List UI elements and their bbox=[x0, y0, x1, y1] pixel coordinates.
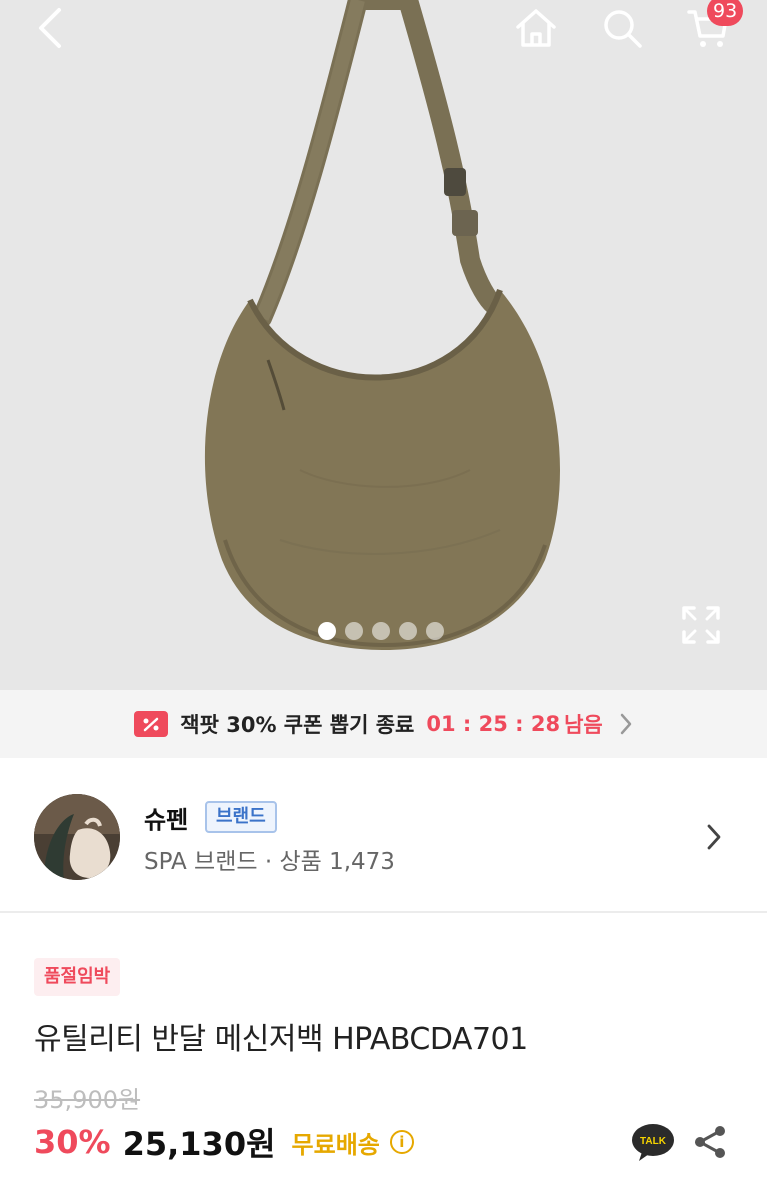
gallery-dot[interactable] bbox=[372, 622, 390, 640]
home-icon bbox=[516, 9, 556, 47]
chevron-right-icon bbox=[620, 713, 631, 735]
brand-name: 슈펜 bbox=[144, 806, 189, 834]
search-icon bbox=[604, 10, 642, 48]
coupon-remain-label: 남음 bbox=[564, 713, 603, 737]
product-photo bbox=[0, 0, 767, 690]
share-icon bbox=[695, 1126, 725, 1158]
share-button[interactable] bbox=[692, 1124, 728, 1160]
back-button[interactable] bbox=[22, 0, 78, 56]
top-navigation-bar: 93 bbox=[0, 0, 767, 60]
gallery-dot[interactable] bbox=[399, 622, 417, 640]
gallery-dot[interactable] bbox=[426, 622, 444, 640]
product-image-gallery[interactable]: 93 bbox=[0, 0, 767, 690]
talk-icon: TALK bbox=[632, 1124, 674, 1161]
coupon-countdown-banner[interactable]: 잭팟 30% 쿠폰 뽑기 종료 01 : 25 : 28 남음 bbox=[0, 690, 767, 758]
gallery-dot-active[interactable] bbox=[318, 622, 336, 640]
brand-info-row[interactable]: 슈펜 브랜드 SPA 브랜드 · 상품 1,473 bbox=[0, 758, 767, 913]
gallery-dot[interactable] bbox=[345, 622, 363, 640]
talk-label: TALK bbox=[640, 1136, 667, 1147]
gallery-pagination bbox=[318, 622, 444, 640]
chevron-right-icon bbox=[707, 824, 721, 850]
chevron-left-icon bbox=[39, 8, 61, 48]
expand-icon bbox=[682, 606, 720, 644]
coupon-icon bbox=[134, 711, 169, 737]
kakao-talk-button[interactable]: TALK bbox=[630, 1122, 676, 1162]
brand-avatar-image bbox=[34, 794, 120, 880]
original-price: 35,900원 bbox=[34, 1086, 141, 1114]
product-title: 유틸리티 반달 메신저백 HPABCDA701 bbox=[34, 1022, 528, 1057]
sale-price: 25,130원 bbox=[122, 1125, 276, 1163]
coupon-text: 잭팟 30% 쿠폰 뽑기 종료 bbox=[180, 713, 415, 737]
discount-rate: 30% bbox=[34, 1123, 111, 1161]
cart-count-badge: 93 bbox=[707, 0, 744, 26]
coupon-timer: 01 : 25 : 28 bbox=[426, 712, 561, 736]
percent-icon bbox=[143, 717, 159, 732]
home-button[interactable] bbox=[508, 0, 564, 56]
brand-avatar bbox=[34, 794, 120, 880]
expand-image-button[interactable] bbox=[680, 604, 722, 646]
price-row: 30% 25,130원 무료배송 i bbox=[34, 1118, 414, 1166]
free-shipping-label: 무료배송 bbox=[291, 1130, 380, 1159]
info-icon[interactable]: i bbox=[389, 1130, 414, 1154]
brand-meta: SPA 브랜드 · 상품 1,473 bbox=[144, 849, 395, 875]
brand-type-badge: 브랜드 bbox=[205, 801, 277, 833]
search-button[interactable] bbox=[594, 0, 650, 56]
soldout-soon-badge: 품절임박 bbox=[34, 958, 121, 996]
